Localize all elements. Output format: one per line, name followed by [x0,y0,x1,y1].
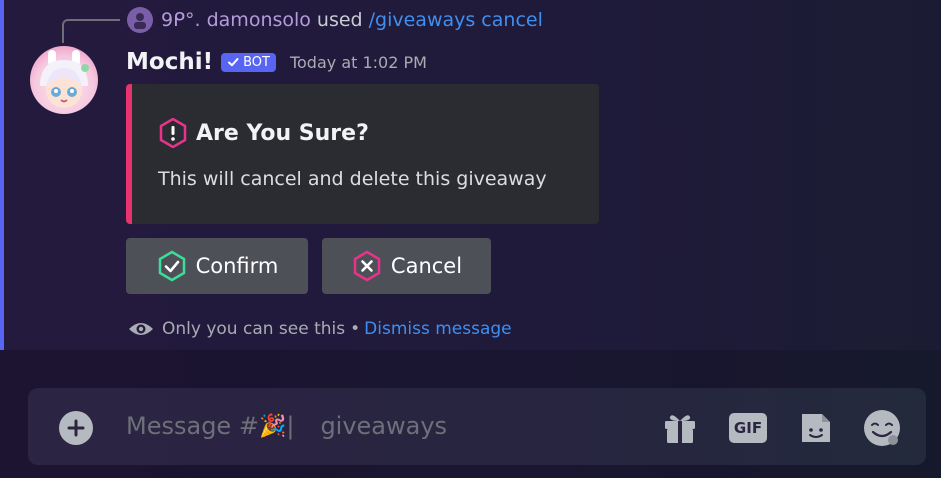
ephemeral-separator: • [350,319,361,339]
message-composer: Message # 🎉 | giveaways GIF [28,388,926,465]
placeholder-prefix: Message # [126,412,259,440]
reply-connector [62,19,120,43]
bot-badge: BOT [221,52,276,72]
gif-button[interactable]: GIF [728,408,768,448]
warning-icon [159,118,187,148]
message-container: 9ᑭ°. damonsolo used /giveaways cancel Mo… [0,0,941,350]
emoji-button[interactable] [862,408,902,448]
check-icon [228,58,239,67]
upload-button[interactable] [59,411,93,445]
message-input[interactable]: Message # 🎉 | giveaways [126,412,447,440]
dismiss-message-link[interactable]: Dismiss message [364,319,511,339]
embed-card: Are You Sure? This will cancel and delet… [126,84,599,224]
cancel-button-label: Cancel [390,254,463,278]
command-reply-header: 9ᑭ°. damonsolo used /giveaways cancel [127,6,543,34]
reply-used-text: used [316,9,363,31]
ephemeral-notice: Only you can see this • Dismiss message [128,316,512,342]
close-hexagon-icon [353,250,381,282]
bot-avatar[interactable] [30,46,98,114]
check-hexagon-icon [158,250,185,282]
message-header: Mochi! BOT Today at 1:02 PM [126,46,427,78]
reply-username[interactable]: 9ᑭ°. damonsolo [161,9,311,31]
sticker-button[interactable] [796,408,836,448]
message-timestamp[interactable]: Today at 1:02 PM [290,53,427,72]
highlight-bar [0,0,4,350]
plus-icon [67,419,85,437]
gift-icon [665,415,695,443]
party-popper-icon: 🎉 [258,413,287,439]
placeholder-channel: giveaways [320,412,448,440]
bot-username[interactable]: Mochi! [126,49,213,75]
ephemeral-text: Only you can see this [162,319,346,339]
gif-icon-label: GIF [733,419,763,437]
cancel-button[interactable]: Cancel [322,238,491,294]
eye-icon [129,323,153,335]
user-avatar-icon [134,13,146,29]
emoji-icon [864,410,900,446]
embed-title-row: Are You Sure? [158,118,369,148]
gift-button[interactable] [660,408,700,448]
embed-title: Are You Sure? [196,120,369,146]
embed-description: This will cancel and delete this giveawa… [158,168,547,190]
bot-avatar-image [40,50,89,108]
text-cursor: | [286,412,295,440]
reply-command[interactable]: /giveaways cancel [369,9,543,31]
sticker-icon [802,414,830,442]
user-avatar-small[interactable] [127,7,153,33]
confirm-button[interactable]: Confirm [126,238,308,294]
confirm-button-label: Confirm [195,254,279,278]
bot-badge-label: BOT [243,54,270,70]
